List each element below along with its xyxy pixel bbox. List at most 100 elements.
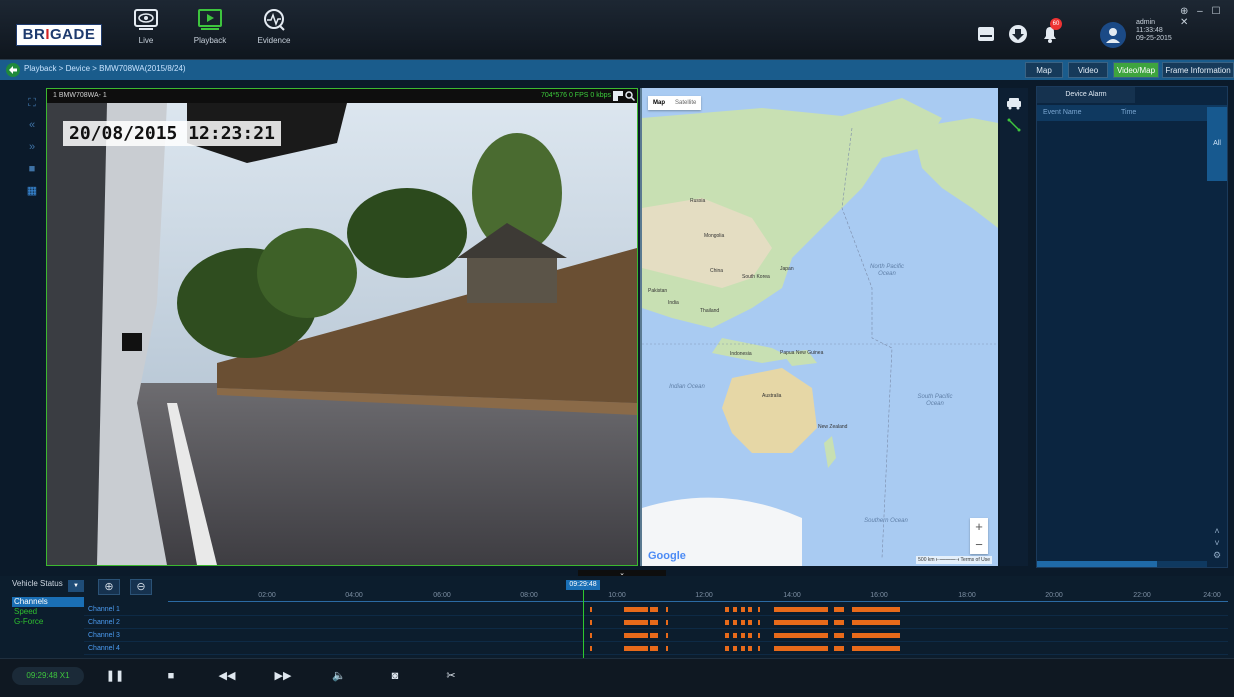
recording-segment[interactable] <box>666 646 668 651</box>
recording-segment[interactable] <box>733 620 737 625</box>
grid-layout-icon[interactable]: ▦ <box>25 184 39 198</box>
map-type-map[interactable]: Map <box>648 96 670 110</box>
snapshot-button[interactable]: ◙ <box>384 667 406 685</box>
rewind-button[interactable]: ◀◀ <box>216 667 238 685</box>
recording-segment[interactable] <box>666 620 668 625</box>
layout-toggle-icon[interactable] <box>613 91 623 101</box>
nav-playback-button[interactable]: Playback <box>182 8 238 58</box>
column-time[interactable]: Time <box>1121 105 1136 121</box>
expand-icon[interactable]: » <box>25 140 39 154</box>
chevron-up-icon[interactable]: ˄ <box>1211 525 1223 537</box>
recording-segment[interactable] <box>758 607 760 612</box>
recording-segment[interactable] <box>650 620 658 625</box>
stop-button[interactable]: ■ <box>160 667 182 685</box>
channel-row[interactable]: Channel 2 <box>84 617 1228 629</box>
recording-segment[interactable] <box>624 633 648 638</box>
tab-video-map[interactable]: Video/Map <box>1113 62 1159 78</box>
recording-segment[interactable] <box>590 633 592 638</box>
recording-segment[interactable] <box>748 620 752 625</box>
map-zoom-in-button[interactable]: + <box>970 518 988 536</box>
fast-forward-button[interactable]: ▶▶ <box>272 667 294 685</box>
recording-segment[interactable] <box>590 646 592 651</box>
video-player[interactable]: 1 BMW708WA- 1 704*576 0 FPS 0 kbps 20/08… <box>46 88 638 566</box>
timeline-ruler[interactable]: 02:00 04:00 06:00 08:00 10:00 12:00 14:0… <box>168 588 1228 602</box>
recording-segment[interactable] <box>774 646 828 651</box>
recording-segment[interactable] <box>834 607 844 612</box>
status-item-g-force[interactable]: G-Force <box>12 617 84 627</box>
recording-segment[interactable] <box>725 633 729 638</box>
recording-segment[interactable] <box>733 633 737 638</box>
status-item-channels[interactable]: Channels <box>12 597 84 607</box>
timeline-zoom-in-button[interactable]: ⊕ <box>98 579 120 595</box>
map-view[interactable]: Map Satellite Russia Mongolia China South… <box>640 88 998 566</box>
recording-segment[interactable] <box>733 646 737 651</box>
recording-segment[interactable] <box>758 633 760 638</box>
recording-segment[interactable] <box>624 607 648 612</box>
tab-video[interactable]: Video <box>1068 62 1108 78</box>
settings-icon[interactable]: ⚙ <box>1211 549 1223 561</box>
nav-live-button[interactable]: Live <box>118 8 174 58</box>
map-type-switch[interactable]: Map Satellite <box>648 96 702 110</box>
recording-segment[interactable] <box>590 620 592 625</box>
tab-device-alarm[interactable]: Device Alarm <box>1037 87 1135 103</box>
map-scale[interactable]: 500 km ⟝━━━⟞ Terms of Use <box>916 556 992 564</box>
recording-segment[interactable] <box>774 633 828 638</box>
recording-segment[interactable] <box>650 633 658 638</box>
channel-row[interactable]: Channel 3 <box>84 630 1228 642</box>
recording-segment[interactable] <box>741 646 745 651</box>
window-controls[interactable]: ⊕ – ☐ ✕ <box>1180 6 1234 28</box>
recording-segment[interactable] <box>741 620 745 625</box>
recording-segment[interactable] <box>758 620 760 625</box>
recording-segment[interactable] <box>852 607 900 612</box>
recording-segment[interactable] <box>590 607 592 612</box>
channel-row[interactable]: Channel 1 <box>84 604 1228 616</box>
fullscreen-icon[interactable]: ⛶ <box>25 96 39 110</box>
pause-button[interactable]: ❚❚ <box>104 667 126 685</box>
recording-segment[interactable] <box>650 607 658 612</box>
recording-segment[interactable] <box>852 633 900 638</box>
recording-segment[interactable] <box>725 607 729 612</box>
recording-segment[interactable] <box>834 633 844 638</box>
recording-segment[interactable] <box>758 646 760 651</box>
status-item-speed[interactable]: Speed <box>12 607 84 617</box>
recording-segment[interactable] <box>748 607 752 612</box>
recording-segment[interactable] <box>834 620 844 625</box>
tab-map[interactable]: Map <box>1025 62 1063 78</box>
route-icon[interactable] <box>1005 118 1023 132</box>
chevron-down-icon[interactable]: ˅ <box>1211 537 1223 549</box>
recording-segment[interactable] <box>774 607 828 612</box>
recording-segment[interactable] <box>725 620 729 625</box>
zoom-search-icon[interactable] <box>625 91 635 101</box>
recording-segment[interactable] <box>666 607 668 612</box>
volume-button[interactable]: 🔈 <box>328 667 350 685</box>
clip-button[interactable]: ✂ <box>440 667 462 685</box>
recording-segment[interactable] <box>624 646 648 651</box>
recording-segment[interactable] <box>733 607 737 612</box>
recording-segment[interactable] <box>666 633 668 638</box>
breadcrumb[interactable]: Playback > Device > BMW708WA(2015/8/24) <box>24 64 186 73</box>
timeline-cursor[interactable] <box>583 590 584 658</box>
recording-segment[interactable] <box>650 646 658 651</box>
vehicle-icon[interactable] <box>1005 96 1023 110</box>
map-zoom-out-button[interactable]: − <box>970 536 988 554</box>
channel-timeline[interactable]: Channel 1 Channel 2 Channel 3 Channel 4 <box>84 604 1228 656</box>
vehicle-status-dropdown[interactable]: ▼ <box>68 580 84 592</box>
single-layout-icon[interactable]: ■ <box>25 162 39 176</box>
recording-segment[interactable] <box>774 620 828 625</box>
alarm-scrollbar[interactable] <box>1037 561 1207 567</box>
recording-segment[interactable] <box>834 646 844 651</box>
storage-icon[interactable] <box>976 24 996 44</box>
recording-segment[interactable] <box>748 646 752 651</box>
channel-row[interactable]: Channel 4 <box>84 643 1228 655</box>
recording-segment[interactable] <box>741 633 745 638</box>
collapse-icon[interactable]: « <box>25 118 39 132</box>
timeline-zoom-out-button[interactable]: ⊖ <box>130 579 152 595</box>
recording-segment[interactable] <box>852 620 900 625</box>
map-type-satellite[interactable]: Satellite <box>670 96 701 110</box>
recording-segment[interactable] <box>852 646 900 651</box>
back-button[interactable] <box>6 63 20 77</box>
recording-segment[interactable] <box>748 633 752 638</box>
tab-frame-information[interactable]: Frame Information <box>1162 62 1234 78</box>
alarm-filter-all[interactable]: All <box>1207 107 1227 181</box>
download-icon[interactable] <box>1008 24 1028 44</box>
